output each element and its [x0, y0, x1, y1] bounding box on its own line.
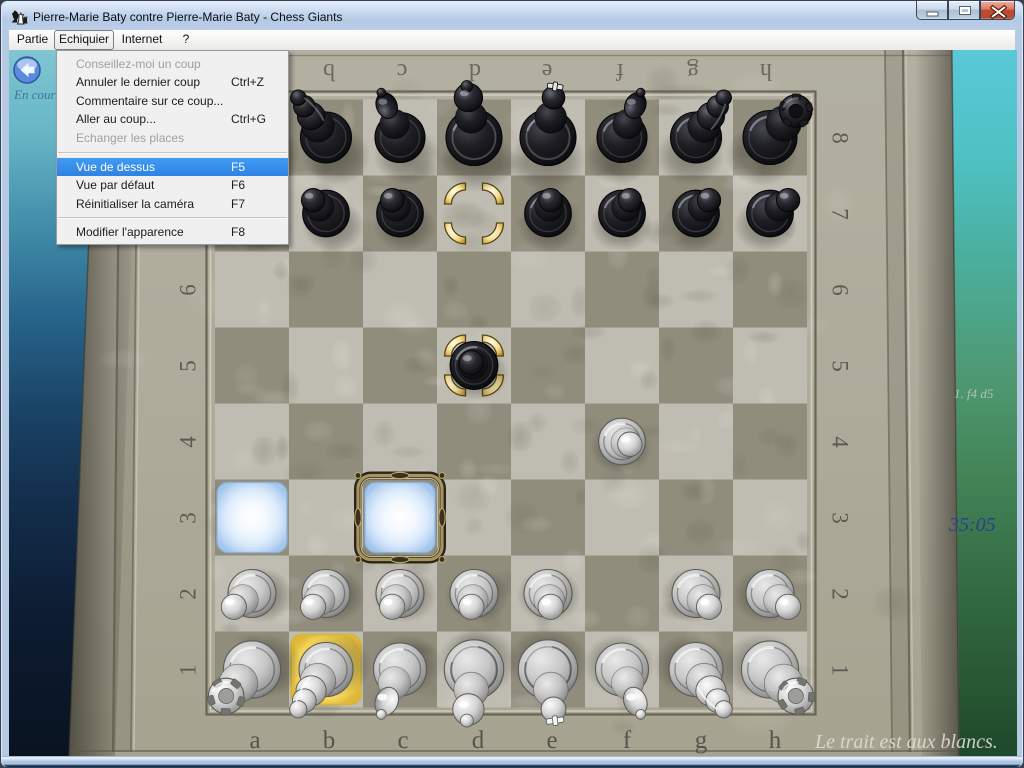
svg-text:5: 5 — [175, 360, 200, 372]
svg-text:g: g — [687, 58, 699, 84]
svg-text:1. f4 d5: 1. f4 d5 — [954, 386, 994, 401]
svg-text:c: c — [397, 58, 408, 84]
svg-text:7: 7 — [828, 208, 853, 220]
svg-text:b: b — [323, 727, 336, 754]
svg-text:3: 3 — [828, 512, 853, 524]
svg-text:5: 5 — [828, 360, 853, 372]
svg-text:d: d — [472, 727, 485, 754]
svg-text:4: 4 — [828, 436, 853, 448]
svg-text:f: f — [623, 727, 632, 754]
svg-text:6: 6 — [175, 284, 200, 296]
svg-text:e: e — [542, 58, 553, 84]
svg-text:a: a — [249, 727, 260, 754]
svg-text:c: c — [397, 727, 408, 754]
svg-text:Le trait est aux blancs.: Le trait est aux blancs. — [814, 731, 998, 753]
svg-text:2: 2 — [828, 588, 853, 600]
svg-text:h: h — [769, 727, 782, 754]
svg-text:2: 2 — [175, 588, 200, 600]
svg-text:En cours: En cours — [13, 87, 61, 102]
svg-text:e: e — [546, 727, 557, 754]
svg-text:f: f — [616, 58, 624, 84]
svg-text:8: 8 — [828, 132, 853, 144]
svg-text:3: 3 — [175, 512, 200, 524]
svg-text:4: 4 — [175, 435, 200, 447]
svg-text:35:05: 35:05 — [948, 514, 996, 536]
svg-text:1: 1 — [828, 664, 853, 676]
svg-text:h: h — [760, 58, 772, 84]
svg-text:g: g — [695, 727, 708, 754]
svg-text:1: 1 — [175, 664, 200, 676]
svg-text:b: b — [323, 58, 335, 84]
svg-text:d: d — [469, 58, 481, 84]
svg-text:6: 6 — [828, 284, 853, 296]
